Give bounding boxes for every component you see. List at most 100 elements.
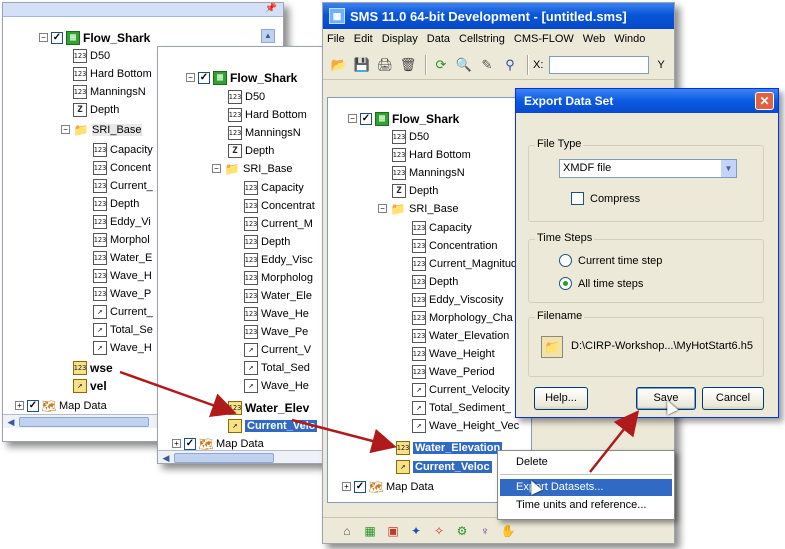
tree-node-morphology[interactable]: 123 Morpholog	[244, 269, 313, 286]
tree-node-current-velocity[interactable]: ↗ Current_	[93, 303, 153, 320]
collapse-icon[interactable]: −	[348, 114, 357, 123]
tree-node-depth-2[interactable]: 123 Depth	[412, 273, 458, 290]
tree-node-morphology[interactable]: 123 Morphol	[93, 231, 150, 248]
tree-node-depth[interactable]: Z Depth	[392, 182, 438, 199]
node-tool-icon[interactable]: ✦	[406, 521, 426, 541]
all-time-steps-radio[interactable]: All time steps	[559, 277, 643, 290]
tree-node-current-magnitude[interactable]: 123 Current_	[93, 177, 153, 194]
tree-node-water-elevation-export[interactable]: 123 Water_Elev	[228, 399, 309, 416]
save-icon[interactable]: 💾	[352, 55, 372, 75]
tree-node-current-velocity[interactable]: ↗ Current_Velocity	[412, 381, 510, 398]
tree-node-wave-period[interactable]: 123 Wave_Pe	[244, 323, 308, 340]
menu-item-delete[interactable]: Delete	[500, 454, 672, 471]
menu-data[interactable]: Data	[427, 33, 450, 45]
checkbox-icon[interactable]: ✓	[360, 112, 372, 125]
select-tool-icon[interactable]: ⌂	[337, 521, 357, 541]
menu-item-time-units[interactable]: Time units and reference...	[500, 497, 672, 514]
compress-checkbox[interactable]: Compress	[571, 192, 640, 205]
tree-node-wse[interactable]: 123 wse	[73, 359, 113, 376]
tree-node-eddy-viscosity[interactable]: 123 Eddy_Vi	[93, 213, 151, 230]
tree-node-concentration[interactable]: 123 Concent	[93, 159, 151, 176]
tree-node-wave-height-vec[interactable]: ↗ Wave_H	[93, 339, 152, 356]
tree-node-current-velocity-export[interactable]: ↗ Current_Velo	[228, 417, 318, 434]
grid-tool-icon[interactable]: ▦	[360, 521, 380, 541]
menu-file[interactable]: File	[327, 33, 345, 45]
menu-web[interactable]: Web	[583, 33, 605, 45]
scroll-left-icon[interactable]: ◀	[160, 452, 172, 463]
dialog-titlebar[interactable]: Export Data Set	[516, 89, 778, 113]
checkbox-box[interactable]	[571, 192, 584, 205]
tree-node-sri-base[interactable]: − 📁 SRI_Base	[212, 160, 293, 177]
expand-icon[interactable]: +	[342, 482, 351, 491]
menu-cms-flow[interactable]: CMS-FLOW	[514, 33, 574, 45]
collapse-icon[interactable]: −	[186, 73, 195, 82]
x-coordinate-field[interactable]	[549, 55, 650, 74]
tree-node-water-elevation[interactable]: 123 Water_E	[93, 249, 152, 266]
help-button[interactable]: Help...	[534, 387, 588, 410]
arc-tool-icon[interactable]: ✧	[429, 521, 449, 541]
tree-node-flow-shark[interactable]: − ✓ ▦ Flow_Shark	[39, 29, 150, 46]
tree-node-total-sediment[interactable]: ↗ Total_Sediment_	[412, 399, 511, 416]
tree-node-vel[interactable]: ↗ vel	[73, 377, 107, 394]
scroll-thumb[interactable]	[174, 453, 274, 463]
delete-icon[interactable]: 🗑	[398, 55, 418, 75]
tree-node-current-magnitude[interactable]: 123 Current_Magnitud	[412, 255, 517, 272]
checkbox-icon[interactable]: ✓	[354, 480, 366, 493]
menu-display[interactable]: Display	[382, 33, 418, 45]
tree-node-wave-period[interactable]: 123 Wave_P	[93, 285, 151, 302]
tree-node-capacity[interactable]: 123 Capacity	[412, 219, 472, 236]
menu-item-export-datasets[interactable]: Export Datasets...	[500, 479, 672, 496]
collapse-icon[interactable]: −	[212, 164, 221, 173]
window-titlebar[interactable]: ▦ SMS 11.0 64-bit Development - [untitle…	[323, 3, 674, 29]
profile-tool-icon[interactable]: ⚙	[452, 521, 472, 541]
checkbox-icon[interactable]: ✓	[51, 31, 63, 44]
tree-node-concentration[interactable]: 123 Concentrat	[244, 197, 315, 214]
menu-edit[interactable]: Edit	[354, 33, 373, 45]
tree-node-flow-shark[interactable]: − ✓ ▦ Flow_Shark	[348, 110, 459, 127]
checkbox-icon[interactable]: ✓	[184, 437, 196, 450]
print-icon[interactable]: 🖨	[375, 55, 395, 75]
tree-node-morphology[interactable]: 123 Morphology_Cha	[412, 309, 513, 326]
tree-node-hard-bottom[interactable]: 123 Hard Bottom	[228, 106, 307, 123]
cell-tool-icon[interactable]: ▣	[383, 521, 403, 541]
chevron-down-icon[interactable]: ▼	[720, 160, 736, 177]
tree-node-concentration[interactable]: 123 Concentration	[412, 237, 498, 254]
pan-tool-icon[interactable]: ✋	[498, 521, 518, 541]
plot-icon[interactable]: ⚲	[500, 55, 520, 75]
tree-node-hard-bottom[interactable]: 123 Hard Bottom	[73, 65, 152, 82]
tree-node-manningsn[interactable]: 123 ManningsN	[392, 164, 465, 181]
close-icon[interactable]: ✕	[755, 92, 774, 110]
tree-node-wave-height-vec[interactable]: ↗ Wave_He	[244, 377, 309, 394]
tree-node-depth-2[interactable]: 123 Depth	[244, 233, 290, 250]
scroll-left-icon[interactable]: ◀	[5, 416, 17, 428]
tree-node-d50[interactable]: 123 D50	[228, 88, 265, 105]
scroll-thumb[interactable]	[19, 417, 149, 427]
tree-node-wave-period[interactable]: 123 Wave_Period	[412, 363, 495, 380]
tree-node-hard-bottom[interactable]: 123 Hard Bottom	[392, 146, 471, 163]
tree-node-capacity[interactable]: 123 Capacity	[244, 179, 304, 196]
tree-node-d50[interactable]: 123 D50	[73, 47, 110, 64]
tree-node-water-elevation[interactable]: 123 Water_Elevation	[412, 327, 509, 344]
menu-window[interactable]: Windo	[614, 33, 645, 45]
tree-node-manningsn[interactable]: 123 ManningsN	[73, 83, 146, 100]
tree-node-water-elevation[interactable]: 123 Water_Ele	[244, 287, 312, 304]
collapse-icon[interactable]: −	[39, 33, 48, 42]
tree-node-wave-height[interactable]: 123 Wave_He	[244, 305, 309, 322]
tree-node-eddy-viscosity[interactable]: 123 Eddy_Viscosity	[412, 291, 503, 308]
tree-node-depth[interactable]: Z Depth	[228, 142, 274, 159]
zoom-icon[interactable]: 🔍	[454, 55, 474, 75]
contour-tool-icon[interactable]: ♆	[475, 521, 495, 541]
tree-node-wave-height[interactable]: 123 Wave_Height	[412, 345, 495, 362]
radio-button[interactable]	[559, 254, 572, 267]
tree-node-water-elevation-export[interactable]: 123 Water_Elevation	[396, 439, 503, 456]
tree-node-current-magnitude[interactable]: 123 Current_M	[244, 215, 313, 232]
tree-node-total-sediment[interactable]: ↗ Total_Sed	[244, 359, 310, 376]
tree-node-flow-shark[interactable]: − ✓ ▦ Flow_Shark	[186, 69, 297, 86]
file-type-select[interactable]: XMDF file ▼	[559, 159, 737, 178]
tree-node-capacity[interactable]: 123 Capacity	[93, 141, 153, 158]
tree-node-total-sediment[interactable]: ↗ Total_Se	[93, 321, 153, 338]
tree-node-manningsn[interactable]: 123 ManningsN	[228, 124, 301, 141]
open-icon[interactable]: 📂	[329, 55, 349, 75]
expand-icon[interactable]: +	[172, 439, 181, 448]
current-time-step-radio[interactable]: Current time step	[559, 254, 662, 267]
